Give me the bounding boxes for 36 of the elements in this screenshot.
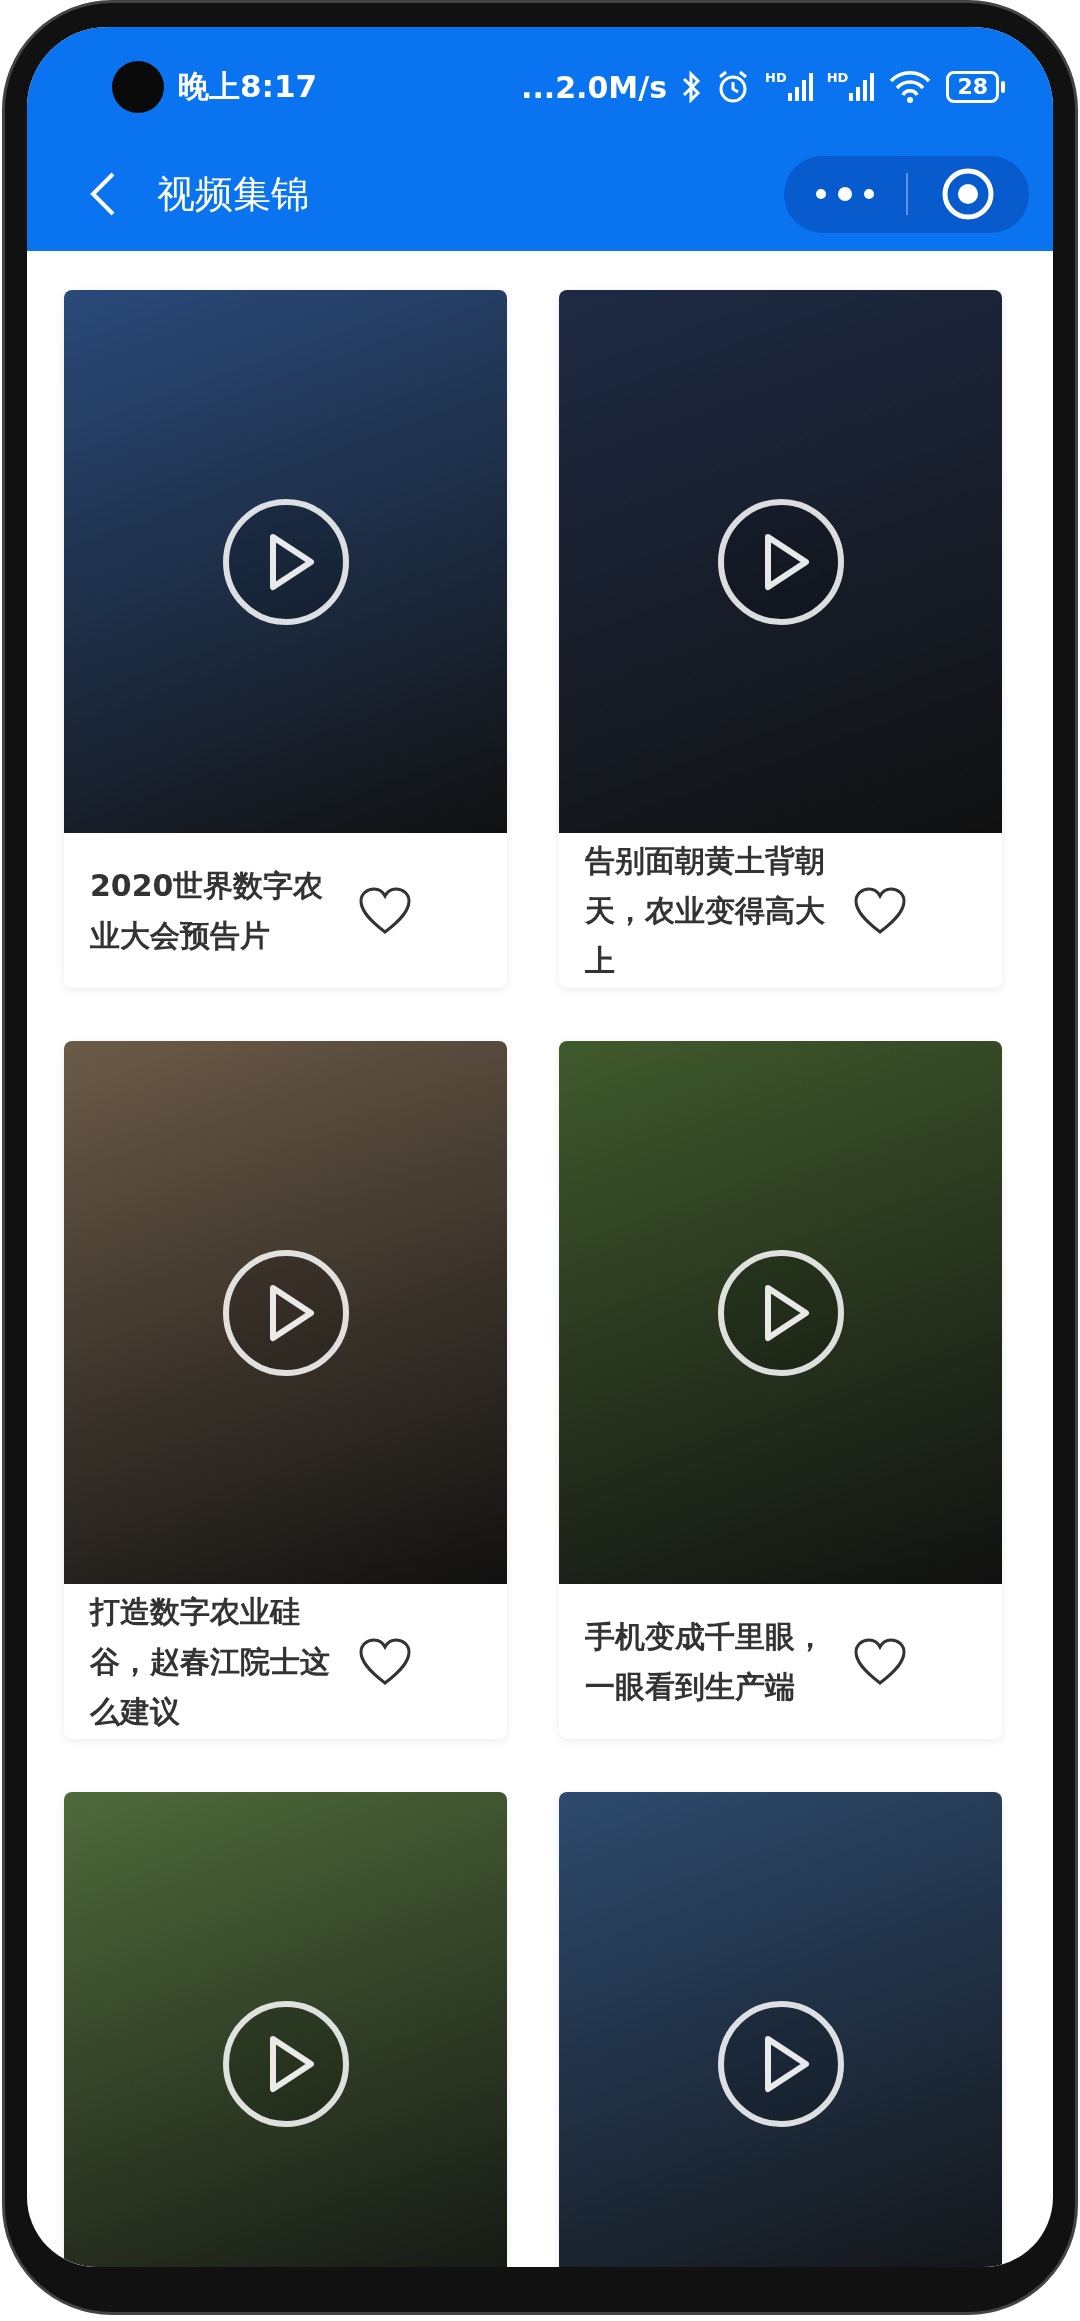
camera-hole (112, 61, 164, 113)
heart-icon[interactable] (358, 1636, 412, 1687)
bluetooth-icon (681, 69, 702, 105)
video-thumbnail[interactable] (559, 290, 1002, 833)
video-thumbnail[interactable] (64, 290, 507, 833)
signal-icon (848, 71, 875, 103)
battery-tip (1001, 81, 1005, 93)
network-speed: ...2.0M/s (521, 69, 668, 105)
play-icon (220, 496, 351, 627)
video-card[interactable]: 打造数字农业硅谷，赵春江院士这么建议 (64, 1041, 507, 1739)
video-card[interactable]: 告别面朝黄土背朝天，农业变得高大上 (559, 290, 1002, 988)
play-icon (715, 496, 846, 627)
play-icon (715, 1998, 846, 2129)
video-title[interactable]: 打造数字农业硅谷，赵春江院士这么建议 (90, 1586, 352, 1737)
play-icon (220, 1998, 351, 2129)
video-card[interactable]: 2020世界数字农业大会预告片 (64, 290, 507, 988)
status-time: 晚上8:17 (178, 67, 318, 106)
page-title: 视频集锦 (157, 170, 310, 218)
heart-icon[interactable] (853, 1636, 907, 1687)
video-title[interactable]: 告别面朝黄土背朝天，农业变得高大上 (585, 835, 847, 986)
video-thumbnail[interactable] (64, 1041, 507, 1584)
signal-icon (786, 71, 813, 103)
heart-icon[interactable] (853, 885, 907, 936)
wifi-icon (888, 69, 933, 105)
video-title[interactable]: 手机变成千里眼，一眼看到生产端 (585, 1611, 847, 1712)
video-thumbnail[interactable] (559, 1041, 1002, 1584)
video-card[interactable]: 手机变成千里眼，一眼看到生产端 (559, 1041, 1002, 1739)
hd-label: HD (826, 71, 849, 84)
video-thumbnail[interactable] (559, 1792, 1002, 2267)
battery-level: 28 (946, 71, 999, 103)
play-icon (220, 1247, 351, 1378)
play-icon (715, 1247, 846, 1378)
heart-icon[interactable] (358, 885, 412, 936)
video-title[interactable]: 2020世界数字农业大会预告片 (90, 860, 352, 961)
hd-label: HD (765, 71, 787, 84)
video-thumbnail[interactable] (64, 1792, 507, 2267)
